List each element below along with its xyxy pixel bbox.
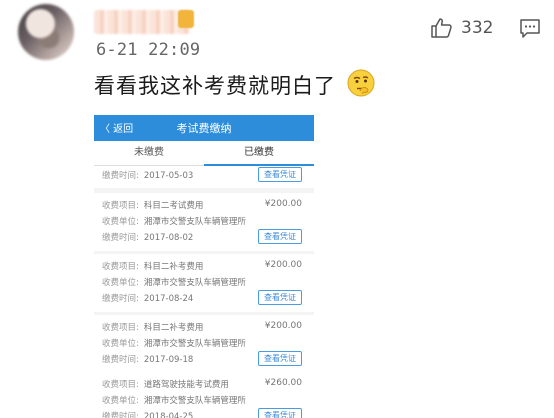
record-date: 2017-09-18 [143, 355, 194, 365]
payment-record: 收费项目: 科目二考试费用 ¥200.00 收费单位: 湘潭市交警支队车辆管理所 缴… [94, 193, 314, 251]
field-label-unit: 收费单位: [102, 339, 139, 349]
tab-unpaid[interactable]: 未缴费 [94, 141, 204, 165]
record-unit: 湘潭市交警支队车辆管理所 [143, 217, 246, 227]
field-label-item: 收费项目: [102, 201, 139, 211]
view-receipt-button[interactable]: 查看凭证 [258, 229, 302, 244]
record-date: 2017-08-02 [143, 233, 194, 243]
record-item: 科目二考试费用 [143, 201, 204, 211]
record-unit: 湘潭市交警支队车辆管理所 [143, 339, 246, 349]
payment-tabs: 未缴费 已缴费 [94, 141, 314, 166]
field-label-item: 收费项目: [102, 262, 139, 272]
record-amount: ¥200.00 [264, 260, 302, 270]
field-label-time: 缴费时间: [102, 171, 139, 181]
payment-record: 收费项目: 科目二补考费用 ¥200.00 收费单位: 湘潭市交警支队车辆管理所 缴… [94, 254, 314, 312]
record-item: 科目二补考费用 [143, 323, 204, 333]
reply-icon[interactable] [518, 16, 542, 40]
record-unit: 湘潭市交警支队车辆管理所 [143, 278, 246, 288]
payment-record: 收费项目: 科目二补考费用 ¥200.00 收费单位: 湘潭市交警支队车辆管理所 缴… [94, 315, 314, 373]
thumbs-up-icon [431, 18, 452, 38]
embedded-payment-screenshot: 〈 返回 考试费缴纳 未缴费 已缴费 缴费时间: 2017-05-03 查看凭证 … [94, 115, 314, 418]
view-receipt-button[interactable]: 查看凭证 [258, 351, 302, 366]
like-button[interactable]: 332 [430, 16, 493, 40]
field-label-time: 缴费时间: [102, 355, 139, 365]
view-receipt-button[interactable]: 查看凭证 [258, 290, 302, 305]
tab-paid[interactable]: 已缴费 [204, 141, 314, 166]
comment-timestamp: 6-21 22:09 [96, 40, 201, 60]
field-label-time: 缴费时间: [102, 233, 139, 243]
record-item: 科目二补考费用 [143, 262, 204, 272]
field-label-unit: 收费单位: [102, 278, 139, 288]
username-blurred[interactable] [94, 10, 190, 34]
record-date: 2018-04-25 [143, 412, 194, 418]
app-navbar: 〈 返回 考试费缴纳 [94, 115, 314, 141]
record-date: 2017-08-24 [143, 294, 194, 304]
app-page-title: 考试费缴纳 [176, 122, 232, 135]
record-amount: ¥200.00 [264, 321, 302, 331]
field-label-item: 收费项目: [102, 323, 139, 333]
field-label-time: 缴费时间: [102, 294, 139, 304]
field-label-item: 收费项目: [102, 380, 139, 390]
view-receipt-button[interactable]: 查看凭证 [258, 167, 302, 182]
field-label-unit: 收费单位: [102, 396, 139, 406]
record-date: 2017-05-03 [143, 171, 194, 181]
field-label-time: 缴费时间: [102, 412, 139, 418]
thinking-emoji-icon [347, 69, 375, 97]
user-avatar[interactable] [18, 4, 74, 60]
view-receipt-button[interactable]: 查看凭证 [258, 408, 302, 418]
record-item: 道路驾驶技能考试费用 [143, 380, 229, 390]
comment-text: 看看我这补考费就明白了 [94, 74, 336, 98]
record-unit: 湘潭市交警支队车辆管理所 [143, 396, 246, 406]
record-amount: ¥200.00 [264, 199, 302, 209]
user-badge-icon [178, 10, 194, 28]
payment-record: 缴费时间: 2017-05-03 查看凭证 [94, 166, 314, 188]
field-label-unit: 收费单位: [102, 217, 139, 227]
like-count: 332 [461, 18, 494, 38]
record-amount: ¥260.00 [264, 378, 302, 388]
payment-record: 收费项目: 道路驾驶技能考试费用 ¥260.00 收费单位: 湘潭市交警支队车辆管理… [94, 372, 314, 418]
